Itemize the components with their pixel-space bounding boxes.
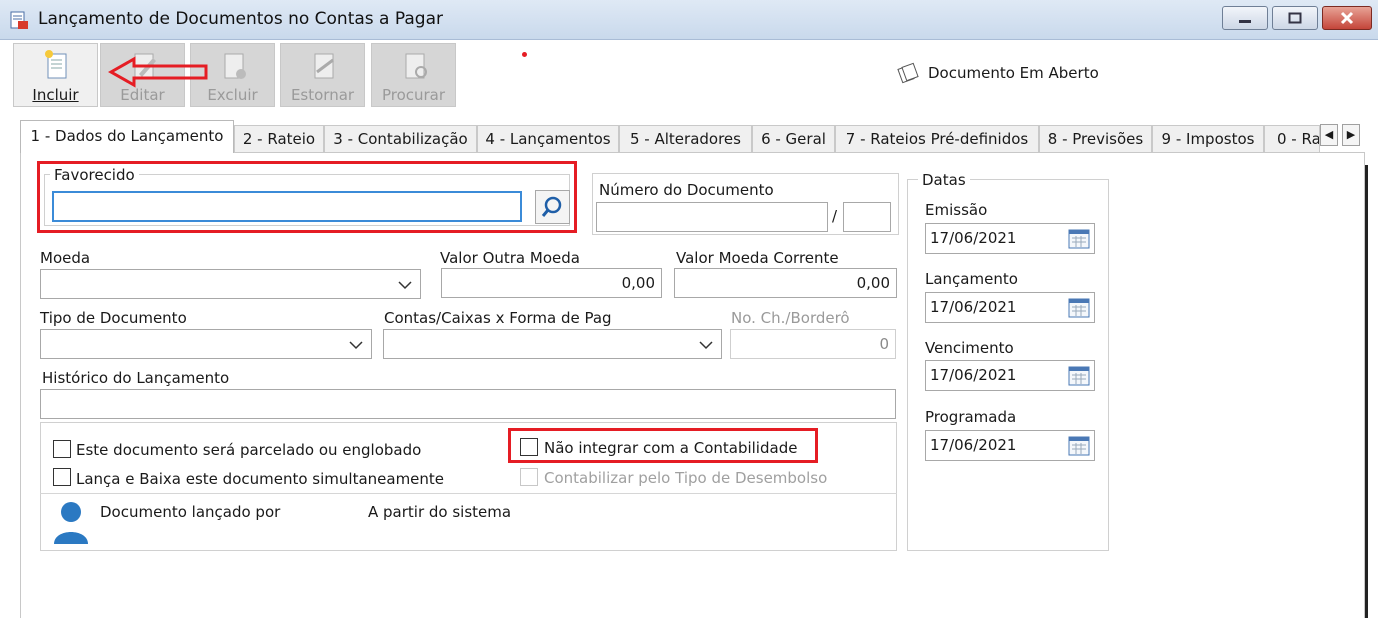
new-document-icon [45,50,67,79]
tab-scroll-right-icon[interactable]: ▶ [1342,124,1360,146]
programada-value: 17/06/2021 [930,436,1017,454]
moeda-label: Moeda [40,249,91,267]
programada-label: Programada [925,408,1017,426]
vencimento-input[interactable]: 17/06/2021 [925,360,1095,391]
editar-label: Editar [120,86,165,104]
estornar-button[interactable]: Estornar [280,43,365,107]
app-icon [10,11,28,29]
valor-outra-moeda-label: Valor Outra Moeda [440,249,580,267]
lanca-baixa-label: Lança e Baixa este documento simultaneam… [76,470,445,488]
lancamento-input[interactable]: 17/06/2021 [925,292,1095,323]
calendar-icon[interactable] [1068,435,1090,457]
tab-contabilizacao[interactable]: 3 - Contabilização [324,125,477,152]
favorecido-input[interactable] [52,191,522,222]
search-document-icon [405,53,427,79]
maximize-icon [1288,12,1302,24]
numero-documento-separator: / [832,207,838,225]
contabilizar-tipo-label: Contabilizar pelo Tipo de Desembolso [544,469,828,487]
reverse-document-icon [314,53,334,79]
calendar-icon[interactable] [1068,365,1090,387]
tab-previsoes[interactable]: 8 - Previsões [1039,125,1152,152]
vencimento-value: 17/06/2021 [930,366,1017,384]
scrollbar-edge[interactable] [1365,165,1368,618]
emissao-value: 17/06/2021 [930,229,1017,247]
document-status-icon [897,62,919,84]
tab-ra[interactable]: 0 - Ra [1264,125,1320,152]
tab-scroll-left-icon[interactable]: ◀ [1320,124,1338,146]
divider [40,493,897,494]
numero-documento-label: Número do Documento [599,181,774,199]
nao-integrar-label: Não integrar com a Contabilidade [544,439,798,457]
calendar-icon[interactable] [1068,228,1090,250]
chevron-down-icon [349,341,363,350]
favorecido-search-button[interactable] [535,190,570,224]
historico-label: Histórico do Lançamento [42,369,230,387]
favorecido-label: Favorecido [50,166,139,184]
parcelado-checkbox[interactable] [53,440,71,458]
chevron-down-icon [699,341,713,350]
procurar-label: Procurar [381,86,446,104]
lanca-baixa-checkbox[interactable] [53,468,71,486]
numero-documento-suffix-input[interactable] [843,202,891,232]
tab-alteradores[interactable]: 5 - Alteradores [619,125,752,152]
datas-legend: Datas [918,171,970,189]
contas-caixas-label: Contas/Caixas x Forma de Pag [384,309,612,327]
tab-rateio[interactable]: 2 - Rateio [234,125,324,152]
nao-integrar-checkbox[interactable] [520,438,538,456]
no-ch-bordero-label: No. Ch./Borderô [731,309,850,327]
valor-moeda-corrente-input[interactable]: 0,00 [674,268,897,298]
tab-bar: 1 - Dados do Lançamento 2 - Rateio 3 - C… [12,120,1365,153]
document-status-text: Documento Em Aberto [928,64,1099,82]
emissao-input[interactable]: 17/06/2021 [925,223,1095,254]
minimize-icon [1239,20,1251,23]
excluir-label: Excluir [207,86,258,104]
tab-impostos[interactable]: 9 - Impostos [1152,125,1264,152]
chevron-down-icon [398,281,412,290]
lancamento-value: 17/06/2021 [930,298,1017,316]
tipo-documento-select[interactable] [40,329,372,359]
moeda-select[interactable] [40,269,421,299]
valor-outra-moeda-input[interactable]: 0,00 [441,268,662,298]
programada-input[interactable]: 17/06/2021 [925,430,1095,461]
window-title: Lançamento de Documentos no Contas a Pag… [38,9,443,29]
lancado-por-label: Documento lançado por [100,503,281,521]
minimize-button[interactable] [1222,6,1268,30]
parcelado-label: Este documento será parcelado ou engloba… [76,441,422,459]
tab-dados-lancamento[interactable]: 1 - Dados do Lançamento [20,120,234,153]
numero-documento-input[interactable] [596,202,828,232]
search-icon [541,196,562,217]
contabilizar-tipo-checkbox[interactable] [520,468,538,486]
tipo-documento-label: Tipo de Documento [40,309,187,327]
tab-rateios-predefinidos[interactable]: 7 - Rateios Pré-definidos [835,125,1039,152]
tab-lancamentos[interactable]: 4 - Lançamentos [477,125,619,152]
valor-moeda-corrente-label: Valor Moeda Corrente [676,249,839,267]
incluir-label: Incluir [32,86,79,104]
calendar-icon[interactable] [1068,297,1090,319]
estornar-label: Estornar [290,86,355,104]
incluir-button[interactable]: Incluir [13,43,98,107]
contas-caixas-select[interactable] [383,329,722,359]
annotation-arrow-icon [108,56,208,88]
annotation-dot [522,52,527,57]
maximize-button[interactable] [1272,6,1318,30]
historico-input[interactable] [40,389,896,419]
vencimento-label: Vencimento [925,339,1014,357]
close-icon [1340,11,1354,25]
user-icon [54,502,88,544]
close-button[interactable] [1322,6,1372,30]
procurar-button[interactable]: Procurar [371,43,456,107]
no-ch-bordero-input[interactable]: 0 [730,329,896,359]
delete-document-icon [224,53,246,79]
emissao-label: Emissão [925,201,988,219]
lancamento-label: Lançamento [925,270,1018,288]
tab-geral[interactable]: 6 - Geral [752,125,835,152]
lancado-por-value: A partir do sistema [368,503,512,521]
